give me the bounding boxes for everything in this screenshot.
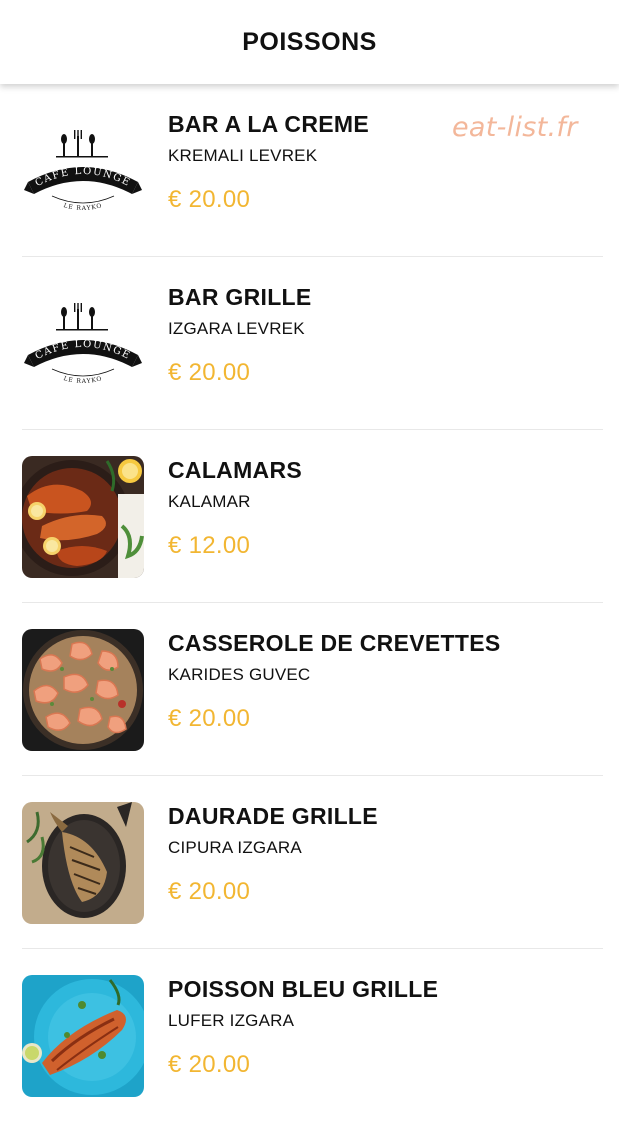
- menu-item[interactable]: CAFE LOUNGE LE RAYKO BAR A LA CREME KREM…: [22, 84, 603, 257]
- cafe-lounge-logo: CAFE LOUNGE LE RAYKO: [22, 110, 144, 232]
- svg-text:LE RAYKO: LE RAYKO: [63, 202, 103, 212]
- menu-list: CAFE LOUNGE LE RAYKO BAR A LA CREME KREM…: [0, 84, 619, 1122]
- page-title: POISSONS: [242, 27, 377, 56]
- item-name: CALAMARS: [168, 457, 302, 483]
- menu-item[interactable]: POISSON BLEU GRILLE LUFER IZGARA € 20.00: [22, 949, 603, 1122]
- grilled-bluefish-photo: [22, 975, 144, 1097]
- item-price: € 20.00: [168, 1051, 251, 1079]
- item-name: CASSEROLE DE CREVETTES: [168, 630, 501, 656]
- item-subtitle: KARIDES GUVEC: [168, 665, 311, 685]
- svg-text:LE RAYKO: LE RAYKO: [63, 375, 103, 385]
- item-subtitle: LUFER IZGARA: [168, 1011, 295, 1031]
- grilled-sea-bream-photo: [22, 802, 144, 924]
- item-price: € 20.00: [168, 186, 251, 214]
- shrimp-casserole-photo: [22, 629, 144, 751]
- item-subtitle: IZGARA LEVREK: [168, 319, 305, 339]
- item-name: POISSON BLEU GRILLE: [168, 976, 439, 1002]
- calamari-photo: [22, 456, 144, 578]
- item-subtitle: KREMALI LEVREK: [168, 146, 318, 166]
- item-name: DAURADE GRILLE: [168, 803, 378, 829]
- page-header: POISSONS: [0, 0, 619, 84]
- item-subtitle: KALAMAR: [168, 492, 251, 512]
- menu-item[interactable]: DAURADE GRILLE CIPURA IZGARA € 20.00: [22, 776, 603, 949]
- item-price: € 20.00: [168, 705, 251, 733]
- item-price: € 20.00: [168, 359, 251, 387]
- item-subtitle: CIPURA IZGARA: [168, 838, 302, 858]
- item-name: BAR GRILLE: [168, 284, 312, 310]
- item-name: BAR A LA CREME: [168, 111, 369, 137]
- item-price: € 20.00: [168, 878, 251, 906]
- item-price: € 12.00: [168, 532, 251, 560]
- menu-item[interactable]: CALAMARS KALAMAR € 12.00: [22, 430, 603, 603]
- menu-item[interactable]: CAFE LOUNGE LE RAYKO BAR GRILLE IZGARA L…: [22, 257, 603, 430]
- cafe-lounge-logo: CAFE LOUNGE LE RAYKO: [22, 283, 144, 405]
- menu-item[interactable]: CASSEROLE DE CREVETTES KARIDES GUVEC € 2…: [22, 603, 603, 776]
